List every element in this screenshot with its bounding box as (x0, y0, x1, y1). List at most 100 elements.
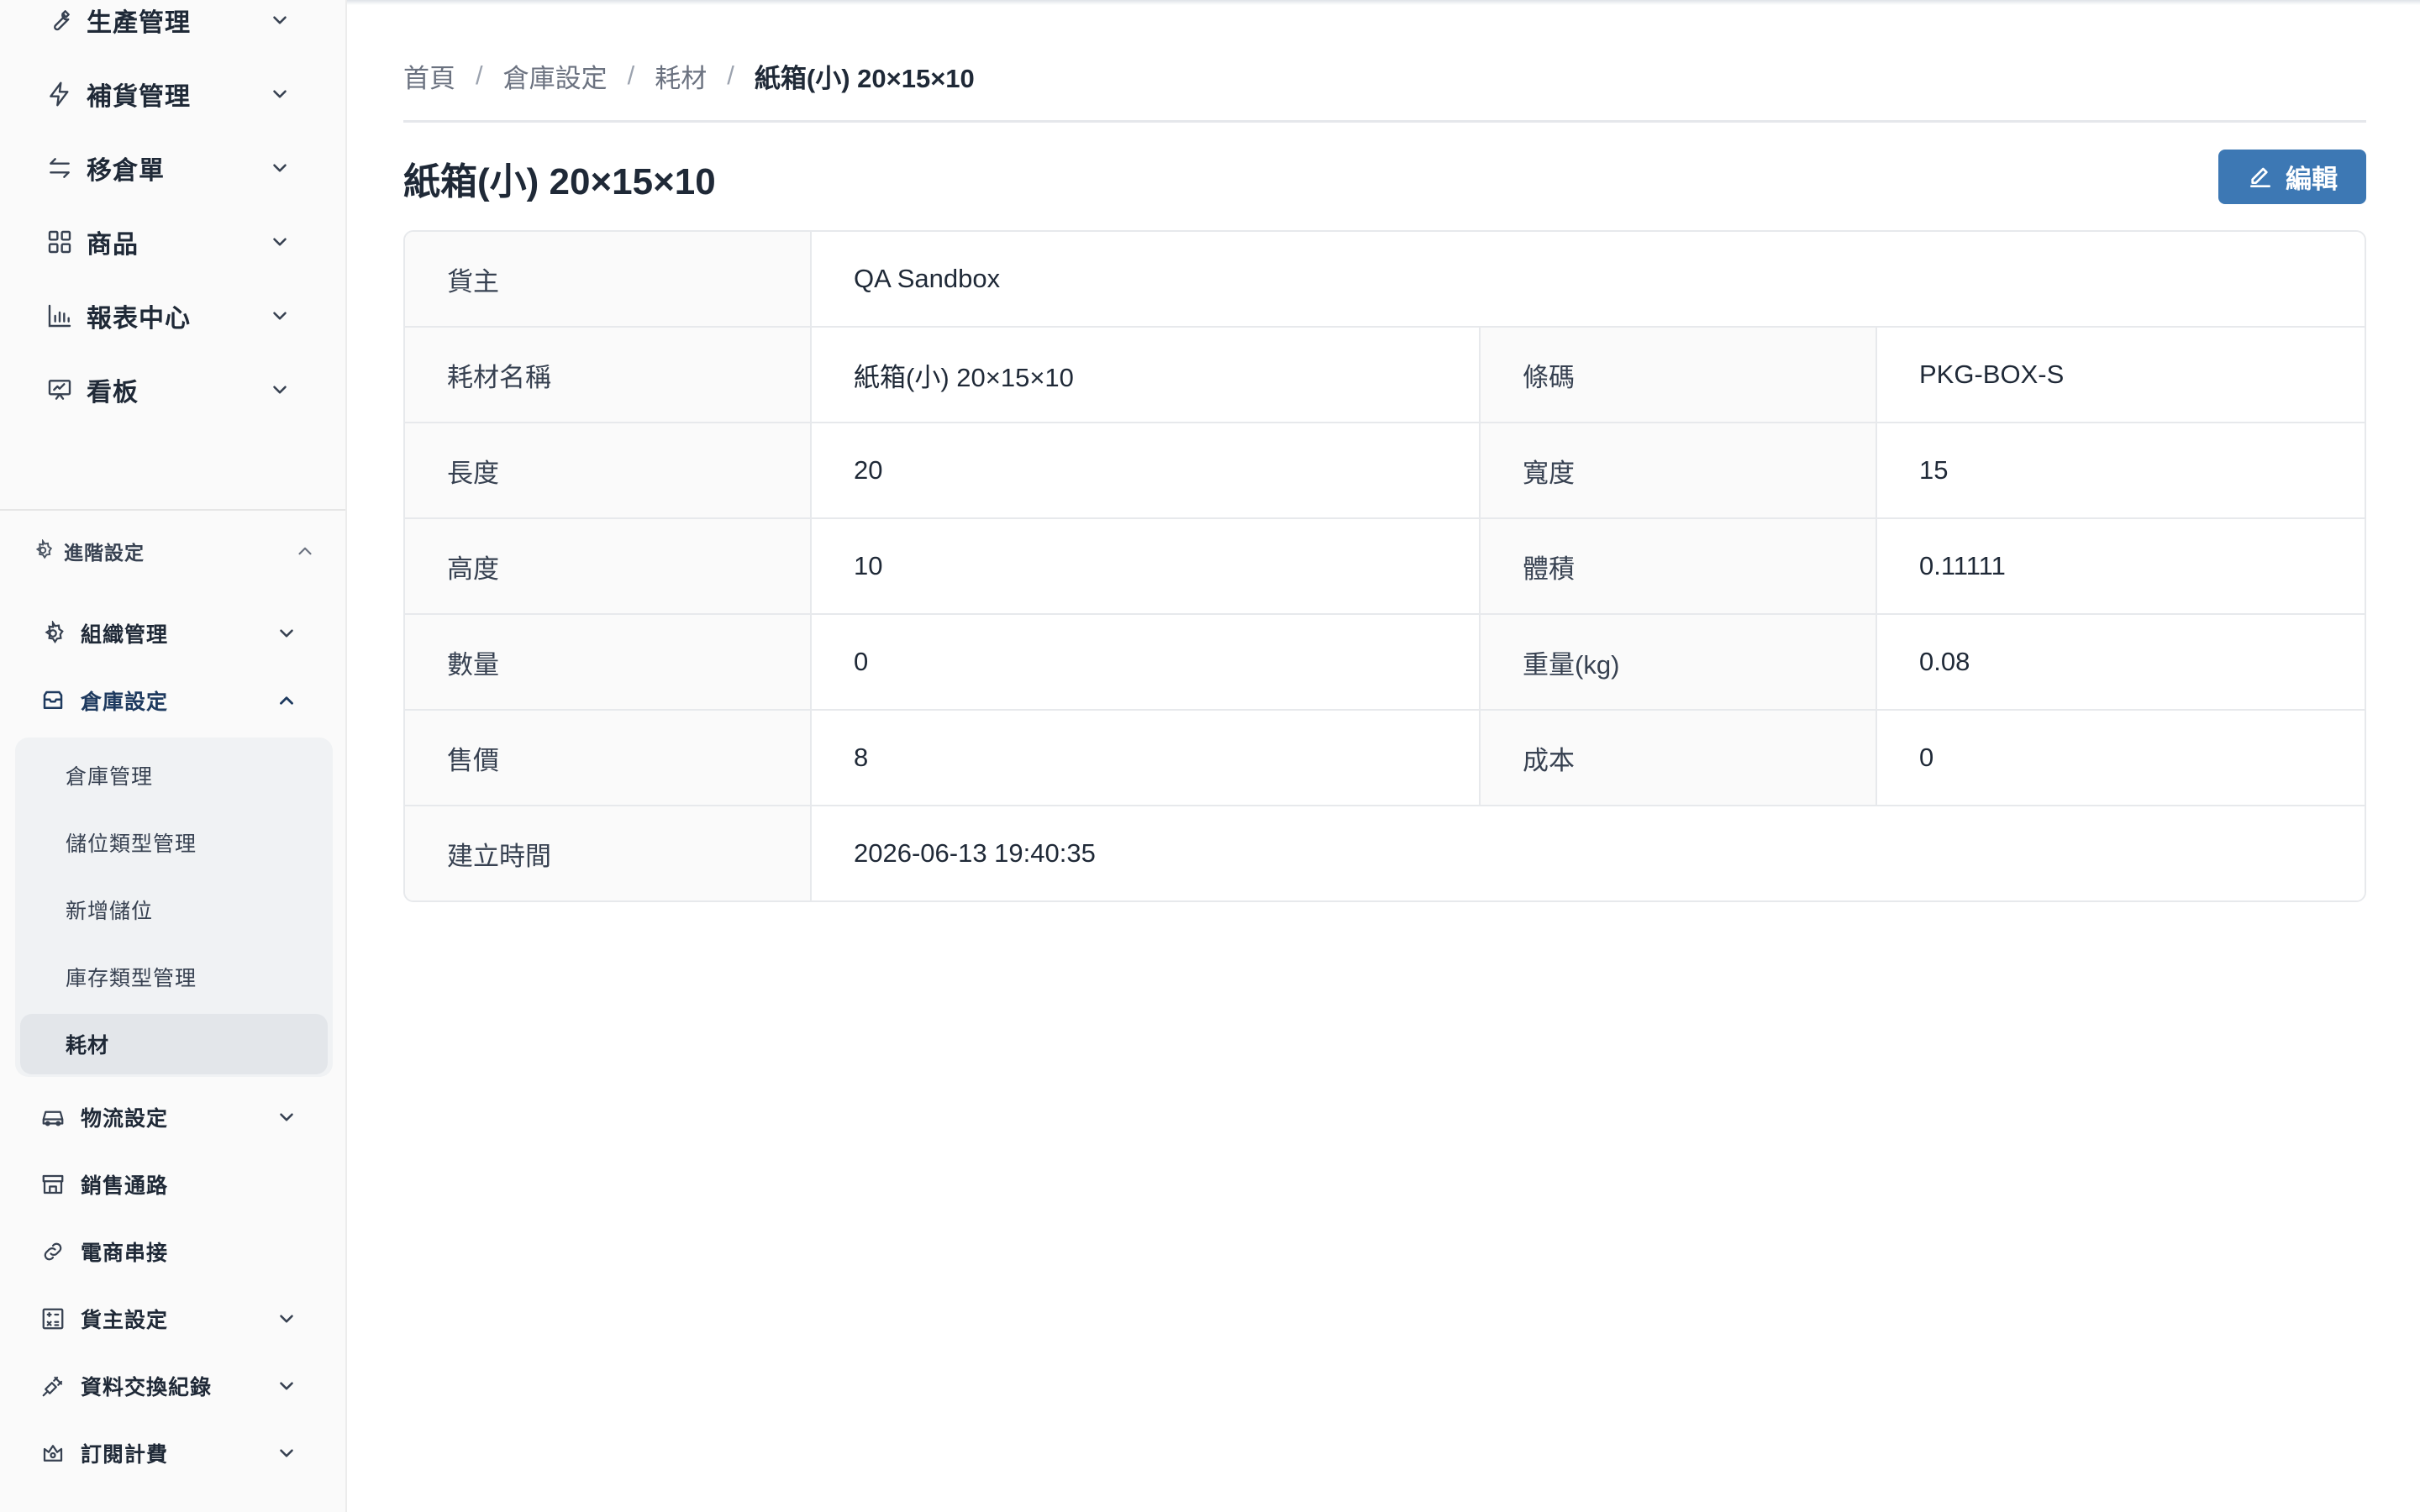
sidebar-item-label: 組織管理 (81, 623, 169, 647)
cost-label: 成本 (1481, 711, 1877, 805)
sidebar-item-label: 倉庫設定 (81, 690, 169, 714)
quantity-value: 0 (812, 615, 1481, 709)
header-shadow (347, 0, 2420, 5)
submenu-item-warehouse-management[interactable]: 倉庫管理 (20, 745, 328, 806)
chevron-down-icon (267, 155, 292, 181)
created-label: 建立時間 (405, 806, 812, 900)
owner-label: 貨主 (405, 232, 812, 326)
chevron-down-icon (267, 8, 292, 33)
detail-row: 耗材名稱 紙箱(小) 20×15×10 條碼 PKG-BOX-S (405, 326, 2365, 422)
transfer-icon (45, 154, 74, 182)
breadcrumb-separator: / (476, 60, 483, 90)
sidebar-item-reports[interactable]: 報表中心 (0, 291, 345, 341)
sidebar-item-owner-settings[interactable]: 貨主設定 (0, 1294, 345, 1344)
height-value: 10 (812, 519, 1481, 613)
consumable-detail-table: 貨主 QA Sandbox 耗材名稱 紙箱(小) 20×15×10 條碼 PKG… (403, 230, 2366, 902)
chevron-down-icon (267, 81, 292, 107)
truck-icon (39, 1103, 67, 1131)
sidebar-item-transfer[interactable]: 移倉單 (0, 143, 345, 193)
length-label: 長度 (405, 423, 812, 517)
plug-icon (39, 1372, 67, 1400)
sidebar-divider (0, 509, 345, 511)
submenu-item-label: 耗材 (66, 1034, 110, 1058)
name-label: 耗材名稱 (405, 328, 812, 422)
sidebar-item-data-exchange-log[interactable]: 資料交換紀錄 (0, 1361, 345, 1411)
detail-row: 貨主 QA Sandbox (405, 232, 2365, 328)
sidebar-item-replenishment[interactable]: 補貨管理 (0, 69, 345, 119)
name-value: 紙箱(小) 20×15×10 (812, 328, 1481, 422)
volume-label: 體積 (1481, 519, 1877, 613)
breadcrumb-consumables[interactable]: 耗材 (655, 57, 707, 95)
submenu-item-inventory-types[interactable]: 庫存類型管理 (20, 947, 328, 1007)
chevron-down-icon (274, 1373, 299, 1399)
sidebar-item-subscription-billing[interactable]: 訂閱計費 (0, 1428, 345, 1478)
length-value: 20 (812, 423, 1481, 517)
chevron-up-icon (274, 688, 299, 713)
sidebar-item-label: 銷售通路 (81, 1174, 169, 1198)
edit-button-label: 編輯 (2286, 165, 2338, 194)
chevron-up-icon (294, 540, 316, 562)
bar-chart-icon (45, 302, 74, 330)
detail-row: 建立時間 2026-06-13 19:40:35 (405, 805, 2365, 900)
width-label: 寬度 (1481, 423, 1877, 517)
warehouse-submenu: 倉庫管理 儲位類型管理 新增儲位 庫存類型管理 耗材 (15, 738, 333, 1077)
subscription-icon (39, 1439, 67, 1467)
volume-value: 0.11111 (1877, 519, 2365, 613)
price-label: 售價 (405, 711, 812, 805)
submenu-item-label: 儲位類型管理 (66, 832, 197, 856)
sidebar-item-label: 訂閱計費 (81, 1443, 169, 1467)
sidebar-item-production[interactable]: 生產管理 (0, 0, 345, 45)
breadcrumb: 首頁 / 倉庫設定 / 耗材 / 紙箱(小) 20×15×10 (403, 57, 975, 94)
breadcrumb-current: 紙箱(小) 20×15×10 (754, 63, 975, 93)
chevron-down-icon (267, 303, 292, 328)
chevron-down-icon (274, 621, 299, 646)
detail-row: 售價 8 成本 0 (405, 709, 2365, 805)
submenu-item-label: 新增儲位 (66, 900, 154, 923)
advanced-settings-header[interactable]: 進階設定 (0, 526, 345, 576)
submenu-item-label: 倉庫管理 (66, 765, 154, 789)
edit-button[interactable]: 編輯 (2218, 150, 2366, 204)
breadcrumb-home[interactable]: 首頁 (403, 57, 455, 95)
sidebar-item-label: 物流設定 (81, 1107, 169, 1131)
store-icon (39, 1170, 67, 1199)
quantity-label: 數量 (405, 615, 812, 709)
sidebar-item-label: 資料交換紀錄 (81, 1376, 213, 1399)
submenu-item-label: 庫存類型管理 (66, 967, 197, 990)
section-label: 進階設定 (64, 542, 145, 564)
presentation-icon (45, 375, 74, 404)
sidebar-item-logistics[interactable]: 物流設定 (0, 1092, 345, 1142)
breadcrumb-warehouse-settings[interactable]: 倉庫設定 (503, 57, 608, 95)
width-value: 15 (1877, 423, 2365, 517)
calculator-icon (39, 1305, 67, 1333)
sidebar-item-organization[interactable]: 組織管理 (0, 608, 345, 659)
breadcrumb-divider (403, 120, 2366, 123)
sidebar-item-label: 電商串接 (81, 1242, 169, 1265)
sidebar-item-warehouse-settings[interactable]: 倉庫設定 (0, 675, 345, 726)
sidebar-item-products[interactable]: 商品 (0, 217, 345, 267)
sidebar-item-label: 生產管理 (87, 9, 191, 37)
submenu-item-consumables[interactable]: 耗材 (20, 1014, 328, 1074)
sidebar-item-sales-channels[interactable]: 銷售通路 (0, 1159, 345, 1210)
submenu-item-add-location[interactable]: 新增儲位 (20, 879, 328, 940)
breadcrumb-separator: / (727, 60, 734, 90)
height-label: 高度 (405, 519, 812, 613)
gear-icon (39, 619, 67, 648)
sidebar-item-label: 移倉單 (87, 157, 165, 185)
pencil-icon (2247, 164, 2274, 191)
inbox-icon (39, 686, 67, 715)
submenu-item-location-types[interactable]: 儲位類型管理 (20, 812, 328, 873)
grid-icon (45, 228, 74, 256)
owner-value: QA Sandbox (812, 232, 2365, 326)
gear-icon (32, 538, 55, 563)
weight-label: 重量(kg) (1481, 615, 1877, 709)
sidebar-item-dashboard[interactable]: 看板 (0, 365, 345, 415)
detail-row: 數量 0 重量(kg) 0.08 (405, 613, 2365, 709)
detail-row: 長度 20 寬度 15 (405, 422, 2365, 517)
chevron-down-icon (274, 1105, 299, 1130)
sidebar-item-label: 商品 (87, 231, 139, 259)
breadcrumb-separator: / (627, 60, 635, 90)
chevron-down-icon (274, 1441, 299, 1466)
sidebar-item-label: 貨主設定 (81, 1309, 169, 1332)
cost-value: 0 (1877, 711, 2365, 805)
sidebar-item-ecommerce-integration[interactable]: 電商串接 (0, 1226, 345, 1277)
